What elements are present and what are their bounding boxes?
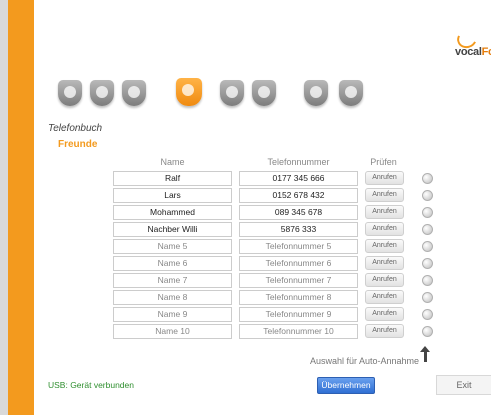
main-panel: vocalFon Telefonbuch Freunde Name Telefo… [34,0,491,415]
auto-answer-radio[interactable] [422,258,433,269]
contact-phone-field[interactable]: Telefonnummer 8 [239,290,358,305]
column-header-test: Prüfen [370,157,397,167]
auto-answer-radio[interactable] [422,309,433,320]
contact-name-field[interactable]: Name 8 [113,290,232,305]
call-button[interactable]: Anrufen [365,188,404,202]
contact-name-field[interactable]: Name 7 [113,273,232,288]
clock-icon[interactable] [220,80,244,106]
contact-phone-field[interactable]: Telefonnummer 9 [239,307,358,322]
id-card-icon[interactable] [122,80,146,106]
contact-name-field[interactable]: Ralf [113,171,232,186]
call-button[interactable]: Anrufen [365,239,404,253]
info-icon[interactable] [58,80,82,106]
contact-name-field[interactable]: Name 5 [113,239,232,254]
contact-phone-field[interactable]: Telefonnummer 6 [239,256,358,271]
contact-phone-field[interactable]: 0177 345 666 [239,171,358,186]
apply-button[interactable]: Übernehmen [317,377,375,394]
column-header-name: Name [160,157,185,167]
call-button[interactable]: Anrufen [365,290,404,304]
phonebook-icon[interactable] [176,78,202,106]
call-button[interactable]: Anrufen [365,273,404,287]
contact-phone-field[interactable]: 089 345 678 [239,205,358,220]
contact-name-field[interactable]: Mohammed [113,205,232,220]
exit-button[interactable]: Exit [436,375,491,395]
contact-phone-field[interactable]: Telefonnummer 5 [239,239,358,254]
call-button[interactable]: Anrufen [365,171,404,185]
contact-name-field[interactable]: Lars [113,188,232,203]
auto-answer-label: Auswahl für Auto-Annahme [310,356,420,366]
section-title: Telefonbuch [48,123,103,134]
logo-text: vocal [455,46,482,58]
window-left-edge [0,0,8,415]
contact-phone-field[interactable]: 5876 333 [239,222,358,237]
auto-answer-radio[interactable] [422,224,433,235]
auto-answer-radio[interactable] [422,173,433,184]
call-button[interactable]: Anrufen [365,307,404,321]
call-button[interactable]: Anrufen [365,256,404,270]
contact-phone-field[interactable]: 0152 678 432 [239,188,358,203]
contact-name-field[interactable]: Name 10 [113,324,232,339]
auto-answer-radio[interactable] [422,275,433,286]
call-button[interactable]: Anrufen [365,324,404,338]
tools-icon[interactable] [304,80,328,106]
contacts-icon[interactable] [90,80,114,106]
left-accent-bar [8,0,34,415]
contact-name-field[interactable]: Name 6 [113,256,232,271]
column-header-phone: Telefonnummer [267,157,330,167]
auto-answer-radio[interactable] [422,292,433,303]
usb-status: USB: Gerät verbunden [48,380,134,390]
auto-answer-radio[interactable] [422,326,433,337]
logo-text-accent: Fon [481,46,491,58]
checklist-icon[interactable] [339,80,363,106]
contact-phone-field[interactable]: Telefonnummer 7 [239,273,358,288]
contact-name-field[interactable]: Nachber Willi [113,222,232,237]
auto-answer-radio[interactable] [422,241,433,252]
vocalfon-logo: vocalFon [454,27,491,66]
settings-icon[interactable] [252,80,276,106]
contact-phone-field[interactable]: Telefonnummer 10 [239,324,358,339]
call-button[interactable]: Anrufen [365,205,404,219]
arrow-up-icon [420,346,432,362]
auto-answer-radio[interactable] [422,190,433,201]
contact-name-field[interactable]: Name 9 [113,307,232,322]
call-button[interactable]: Anrufen [365,222,404,236]
auto-answer-radio[interactable] [422,207,433,218]
group-title: Freunde [58,139,98,150]
